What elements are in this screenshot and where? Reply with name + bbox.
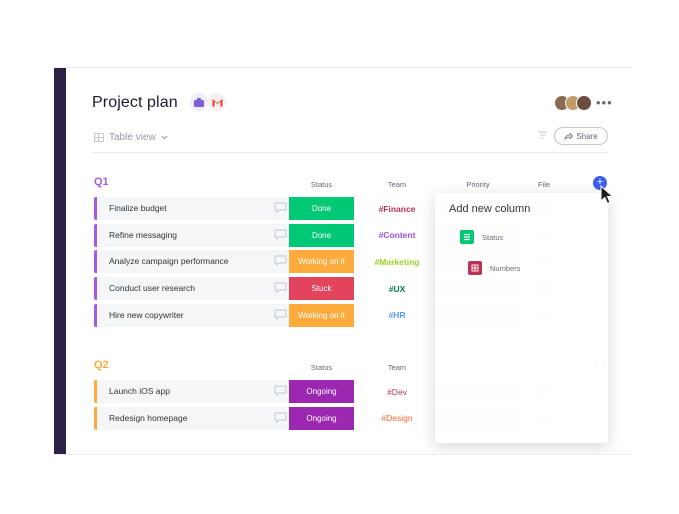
status-cell[interactable]: Done [289,223,354,247]
team-cell[interactable]: #Finance [362,197,432,220]
team-cell[interactable]: #Design [362,407,432,430]
table-icon [94,133,104,142]
status-cell[interactable]: Done [289,197,354,220]
team-cell[interactable]: #HR [362,304,432,327]
status-cell[interactable]: Ongoing [289,406,354,430]
table-row[interactable]: Conduct user research [94,277,292,301]
board-frame: Project plan ••• Table view Share Q1 Sta… [54,67,633,455]
column-option-numbers[interactable]: Numbers [468,261,520,275]
conversation-icon[interactable] [274,309,287,320]
monday-integration-icon[interactable] [190,93,208,111]
status-cell[interactable]: Stuck [289,277,354,301]
conversation-icon[interactable] [274,282,287,294]
status-cell[interactable]: Working on it [289,303,354,327]
share-button[interactable]: Share [554,127,608,145]
table-row[interactable]: Launch iOS app [94,380,292,403]
column-header-team: Team [387,363,407,372]
column-option-status[interactable]: Status [460,230,503,244]
status-cell[interactable]: Ongoing [289,380,354,403]
team-cell[interactable]: #Content [362,224,432,247]
share-icon [564,132,574,140]
filter-icon[interactable] [538,131,547,142]
gmail-integration-icon[interactable] [208,93,226,111]
item-name[interactable]: Redesign homepage [109,413,187,423]
board-title: Project plan [92,94,178,111]
more-options-icon[interactable]: ••• [596,95,613,110]
conversation-icon[interactable] [274,255,287,267]
view-label: Table view [109,132,156,143]
item-name[interactable]: Analyze campaign performance [109,256,229,266]
column-header-file: File [537,180,551,189]
column-header-status: Status [310,363,333,372]
column-option-label: Status [482,232,504,242]
table-row[interactable]: Redesign homepage [94,406,292,430]
mouse-cursor-icon [600,185,614,205]
chevron-down-icon [161,135,168,140]
status-cell[interactable]: Working on it [289,250,354,274]
numbers-column-icon [468,261,482,275]
table-row[interactable]: Finalize budget [94,197,292,220]
conversation-icon[interactable] [274,385,287,396]
column-header-status: Status [310,180,333,189]
item-name[interactable]: Finalize budget [109,203,167,213]
left-sidebar [54,68,66,454]
item-name[interactable]: Launch iOS app [109,386,170,396]
group-title-q2[interactable]: Q2 [94,359,109,371]
team-cell[interactable]: #Marketing [362,250,432,273]
item-name[interactable]: Conduct user research [109,283,195,293]
group-title-q1[interactable]: Q1 [94,176,109,188]
view-selector[interactable]: Table view [94,132,168,143]
table-row[interactable]: Hire new copywriter [94,303,292,327]
table-row[interactable]: Refine messaging [94,223,292,247]
item-name[interactable]: Refine messaging [109,230,177,240]
column-header-priority: Priority [466,180,490,189]
status-column-icon [460,230,474,244]
conversation-icon[interactable] [274,202,287,213]
team-cell[interactable]: #Dev [362,380,432,403]
header-divider [92,152,608,153]
add-column-popover: Add new column Status Numbers [435,193,608,443]
conversation-icon[interactable] [274,412,287,423]
share-label: Share [576,131,598,141]
team-cell[interactable]: #UX [362,277,432,300]
avatar [576,95,592,111]
popover-title: Add new column [449,203,531,215]
column-header-team: Team [387,180,407,189]
column-option-label: Numbers [490,263,521,273]
table-row[interactable]: Analyze campaign performance [94,250,292,274]
item-name[interactable]: Hire new copywriter [109,310,184,320]
conversation-icon[interactable] [274,229,287,240]
